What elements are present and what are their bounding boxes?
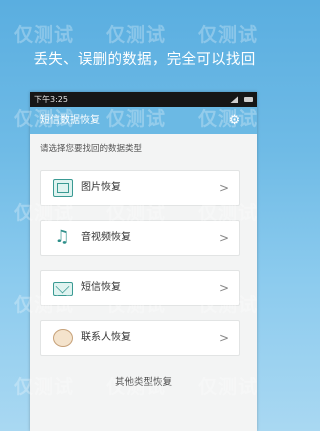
watermark: 仅测试	[198, 24, 259, 46]
watermark: 仅测试	[106, 24, 167, 46]
status-bar: 下午3:25	[30, 92, 257, 107]
sms-recovery-item[interactable]: 短信恢复 >	[40, 270, 240, 306]
battery-icon	[244, 97, 253, 102]
chevron-right-icon: >	[218, 331, 229, 345]
music-note-icon: ♫	[54, 227, 70, 247]
prompt-text: 请选择您要找回的数据类型	[40, 144, 143, 154]
app-bar: 短信数据恢复 ⚙	[30, 107, 257, 134]
image-icon	[53, 179, 73, 197]
item-label: 图片恢复	[81, 182, 121, 193]
item-label: 短信恢复	[81, 282, 121, 293]
recovery-type-list: 图片恢复 > ♫ 音视频恢复 > 短信恢复 > 联系人恢复 >	[40, 170, 240, 370]
contact-recovery-item[interactable]: 联系人恢复 >	[40, 320, 240, 356]
audio-video-recovery-item[interactable]: ♫ 音视频恢复 >	[40, 220, 240, 256]
envelope-icon	[53, 282, 73, 296]
headline: 丢失、误删的数据，完全可以找回	[33, 52, 256, 68]
chevron-right-icon: >	[218, 281, 229, 295]
item-label: 音视频恢复	[81, 232, 131, 243]
contact-icon	[53, 329, 73, 347]
status-time: 下午3:25	[34, 95, 68, 104]
signal-icon	[230, 96, 239, 103]
chevron-right-icon: >	[218, 231, 229, 245]
image-recovery-item[interactable]: 图片恢复 >	[40, 170, 240, 206]
other-type-recovery-link[interactable]: 其他类型恢复	[30, 374, 257, 388]
app-title: 短信数据恢复	[40, 115, 100, 126]
chevron-right-icon: >	[218, 181, 229, 195]
phone-screen: 下午3:25 短信数据恢复 ⚙ 请选择您要找回的数据类型 图片恢复 > ♫ 音视…	[30, 92, 257, 431]
watermark: 仅测试	[14, 24, 75, 46]
item-label: 联系人恢复	[81, 332, 131, 343]
settings-icon[interactable]: ⚙	[228, 114, 241, 127]
